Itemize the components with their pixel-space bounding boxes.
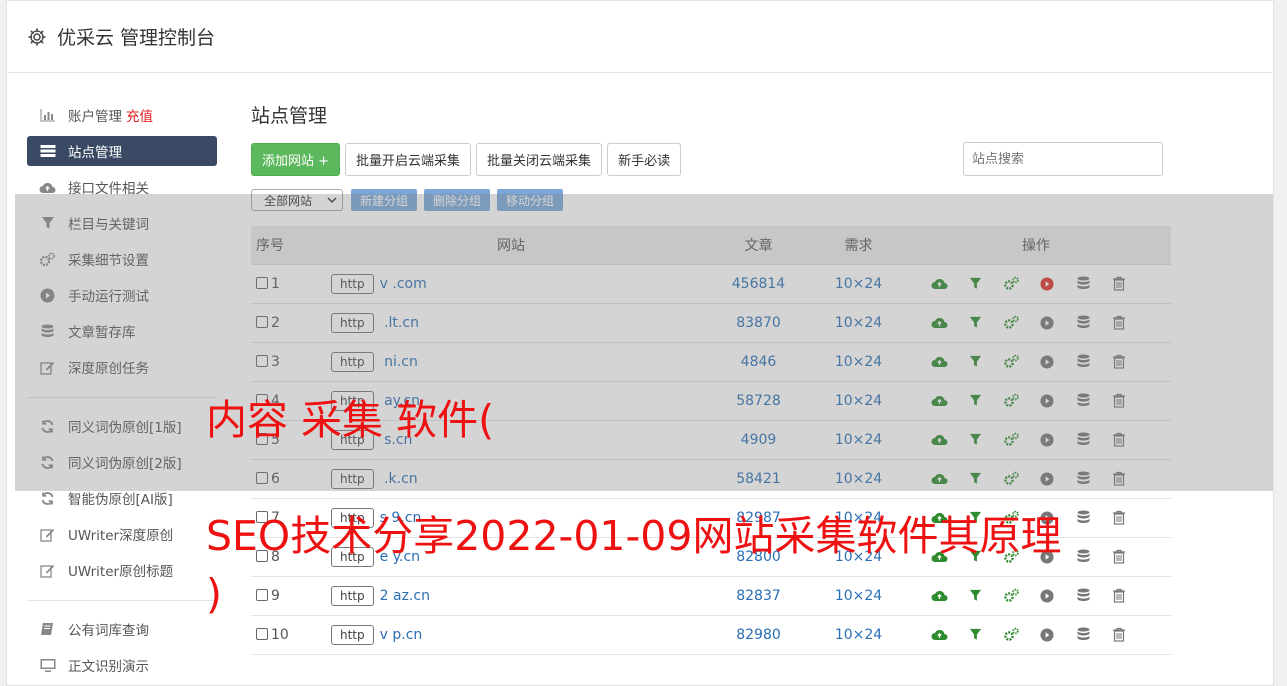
refresh-icon xyxy=(39,490,56,507)
sidebar-item-uwriter-deep[interactable]: UWriter深度原创 xyxy=(27,516,217,552)
row-articles[interactable]: 82980 xyxy=(701,615,816,655)
sidebar-item-label: 正文识别演示 xyxy=(68,659,149,675)
guide-button[interactable]: 新手必读 xyxy=(607,142,682,176)
table-row: 9 http 2 az.cn 82837 10×24 xyxy=(251,576,1171,616)
row-checkbox[interactable] xyxy=(256,627,268,640)
table-row: 10 http v p.cn 82980 10×24 xyxy=(251,615,1171,655)
trash-icon[interactable] xyxy=(1101,588,1137,603)
row-site-cell: http v p.cn xyxy=(321,615,701,655)
batch-open-cloud-button[interactable]: 批量开启云端采集 xyxy=(345,142,472,176)
filter-icon[interactable] xyxy=(957,589,993,602)
sidebar-divider xyxy=(27,600,217,601)
site-domain-link[interactable]: 2 az.cn xyxy=(380,588,430,604)
row-demand[interactable]: 10×24 xyxy=(816,576,901,616)
database-icon[interactable] xyxy=(1065,588,1101,603)
trash-icon[interactable] xyxy=(1101,549,1137,564)
sidebar-item-text-recognition[interactable]: 正文识别演示 xyxy=(27,647,217,683)
watermark-line-1: 内容 采集 软件( xyxy=(206,396,495,444)
sidebar-item-label: 账户管理 xyxy=(68,109,122,125)
trash-icon[interactable] xyxy=(1101,627,1137,642)
play-icon[interactable] xyxy=(1029,588,1065,603)
edit-icon xyxy=(39,562,56,579)
row-demand[interactable]: 10×24 xyxy=(816,615,901,655)
trash-icon[interactable] xyxy=(1101,510,1137,525)
server-icon xyxy=(39,143,56,160)
row-articles[interactable]: 82837 xyxy=(701,576,816,616)
gears-icon[interactable] xyxy=(993,588,1029,603)
edit-icon xyxy=(39,526,56,543)
watermark-line-2: SEO技术分享2022-01-09网站采集软件其原理 xyxy=(206,512,1062,560)
row-ops xyxy=(901,576,1171,616)
toolbar: 添加网站 + 批量开启云端采集 批量关闭云端采集 新手必读 xyxy=(251,142,1171,176)
sidebar-item-label: UWriter原创标题 xyxy=(68,564,174,580)
row-checkbox[interactable] xyxy=(256,588,268,601)
page-title: 站点管理 xyxy=(251,105,328,127)
cloud-upload-icon xyxy=(39,179,56,196)
book-icon xyxy=(39,621,56,638)
cloud-upload-icon[interactable] xyxy=(921,628,957,641)
batch-close-cloud-button[interactable]: 批量关闭云端采集 xyxy=(476,142,603,176)
sidebar-item-label: UWriter深度原创 xyxy=(68,528,174,544)
gray-overlay xyxy=(15,194,1273,491)
row-site-cell: http 2 az.cn xyxy=(321,576,701,616)
row-no: 10 xyxy=(271,626,289,643)
sidebar-item-uwriter-title[interactable]: UWriter原创标题 xyxy=(27,552,217,588)
gear-icon xyxy=(28,27,46,46)
sidebar-item-public-lexicon[interactable]: 公有词库查询 xyxy=(27,611,217,647)
database-icon[interactable] xyxy=(1065,549,1101,564)
monitor-icon xyxy=(39,657,56,674)
site-search-input[interactable] xyxy=(963,142,1163,176)
http-badge: http xyxy=(331,585,374,606)
filter-icon[interactable] xyxy=(957,628,993,641)
row-no-cell: 10 xyxy=(251,615,321,655)
sidebar-item-label: 公有词库查询 xyxy=(68,623,149,639)
row-ops xyxy=(901,615,1171,655)
database-icon[interactable] xyxy=(1065,510,1101,525)
gears-icon[interactable] xyxy=(993,627,1029,642)
add-site-button[interactable]: 添加网站 + xyxy=(251,142,341,176)
watermark-line-3: ) xyxy=(206,570,222,618)
play-icon[interactable] xyxy=(1029,627,1065,642)
sidebar-item-account[interactable]: 账户管理 充值 xyxy=(27,97,217,133)
sidebar-item-label: 站点管理 xyxy=(68,145,122,161)
bar-chart-icon xyxy=(39,107,56,124)
site-domain-link[interactable]: v p.cn xyxy=(380,627,423,643)
row-no: 9 xyxy=(271,587,280,604)
database-icon[interactable] xyxy=(1065,627,1101,642)
recharge-link[interactable]: 充值 xyxy=(126,105,153,125)
header: 优采云 管理控制台 xyxy=(7,1,1273,73)
cloud-upload-icon[interactable] xyxy=(921,589,957,602)
http-badge: http xyxy=(331,624,374,645)
row-no-cell: 9 xyxy=(251,576,321,616)
sidebar-item-label: 智能伪原创[AI版] xyxy=(68,492,173,508)
sidebar-item-site-management[interactable]: 站点管理 xyxy=(27,136,217,166)
app-title: 优采云 管理控制台 xyxy=(57,27,216,49)
